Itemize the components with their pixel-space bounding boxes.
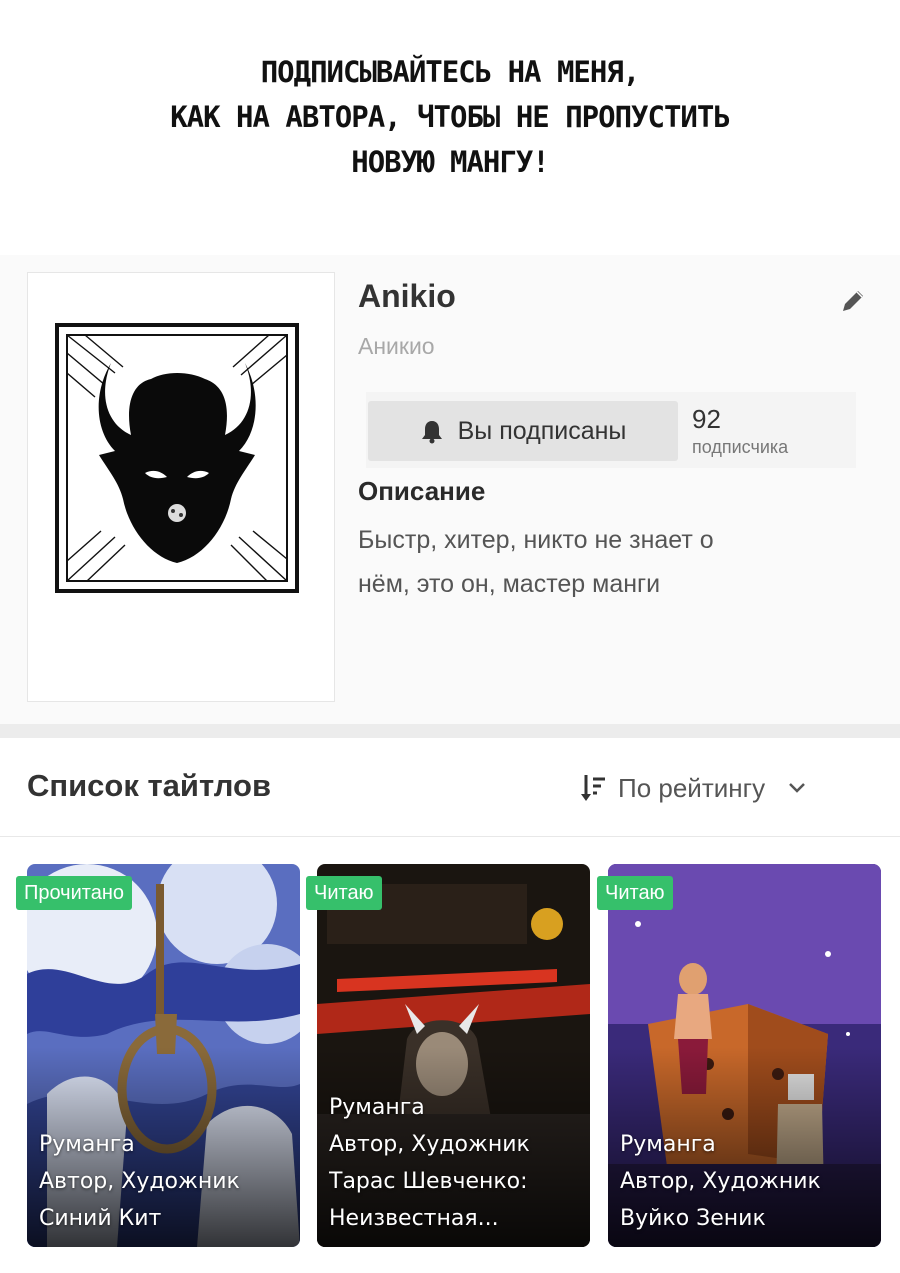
sort-dropdown[interactable]: По рейтингу <box>580 768 807 808</box>
card-title: Синий Кит <box>39 1206 162 1231</box>
subscribers-count: 92 <box>692 404 721 434</box>
description-title: Описание <box>358 476 486 506</box>
card-meta: Руманга Автор, Художник Тарас Шевченко: … <box>329 1089 582 1237</box>
card-title: Вуйко Зеник <box>620 1206 766 1231</box>
subscribe-label: Вы подписаны <box>457 416 627 445</box>
caption-line-2: как на автора, чтобы не пропустить <box>170 100 731 134</box>
title-card-taras-shevchenko[interactable]: Руманга Автор, Художник Тарас Шевченко: … <box>317 864 590 1247</box>
author-name: Anikio <box>358 278 456 314</box>
chevron-down-icon <box>789 783 805 793</box>
section-divider <box>0 724 900 738</box>
titles-heading: Список тайтлов <box>27 768 272 803</box>
bell-icon <box>421 421 442 444</box>
card-role: Автор, Художник <box>39 1169 240 1194</box>
title-card-vujko-zenik[interactable]: Руманга Автор, Художник Вуйко Зеник <box>608 864 881 1247</box>
status-badge: Прочитано <box>16 876 132 910</box>
avatar <box>27 272 335 702</box>
card-meta: Руманга Автор, Художник Синий Кит <box>39 1126 292 1237</box>
card-role: Автор, Художник <box>620 1169 821 1194</box>
title-card-sinij-kit[interactable]: Руманга Автор, Художник Синий Кит <box>27 864 300 1247</box>
demon-avatar-icon <box>55 323 299 593</box>
description-text: Быстр, хитер, никто не знает о нём, это … <box>358 518 828 606</box>
sort-icon <box>581 775 605 801</box>
card-type: Руманга <box>329 1095 425 1120</box>
card-type: Руманга <box>620 1132 716 1157</box>
caption-line-3: новую мангу! <box>351 145 550 179</box>
header-caption: Подписывайтесь на меня, как на автора, ч… <box>0 50 900 185</box>
subscribe-button[interactable]: Вы подписаны <box>368 401 678 461</box>
status-badge: Читаю <box>597 876 673 910</box>
description-line-2: нём, это он, мастер манги <box>358 570 661 598</box>
card-title: Тарас Шевченко: <box>329 1169 528 1194</box>
card-meta: Руманга Автор, Художник Вуйко Зеник <box>620 1126 873 1237</box>
card-role: Автор, Художник <box>329 1132 530 1157</box>
status-badge: Читаю <box>306 876 382 910</box>
pencil-icon[interactable] <box>838 286 868 316</box>
sort-label: По рейтингу <box>618 772 766 803</box>
card-title-continued: Неизвестная... <box>329 1206 499 1231</box>
list-divider <box>0 836 900 837</box>
author-alt-name: Аникио <box>358 333 435 359</box>
description-line-1: Быстр, хитер, никто не знает о <box>358 526 714 554</box>
subscribers-label: подписчика <box>692 437 789 457</box>
caption-line-1: Подписывайтесь на меня, <box>260 55 641 89</box>
card-type: Руманга <box>39 1132 135 1157</box>
